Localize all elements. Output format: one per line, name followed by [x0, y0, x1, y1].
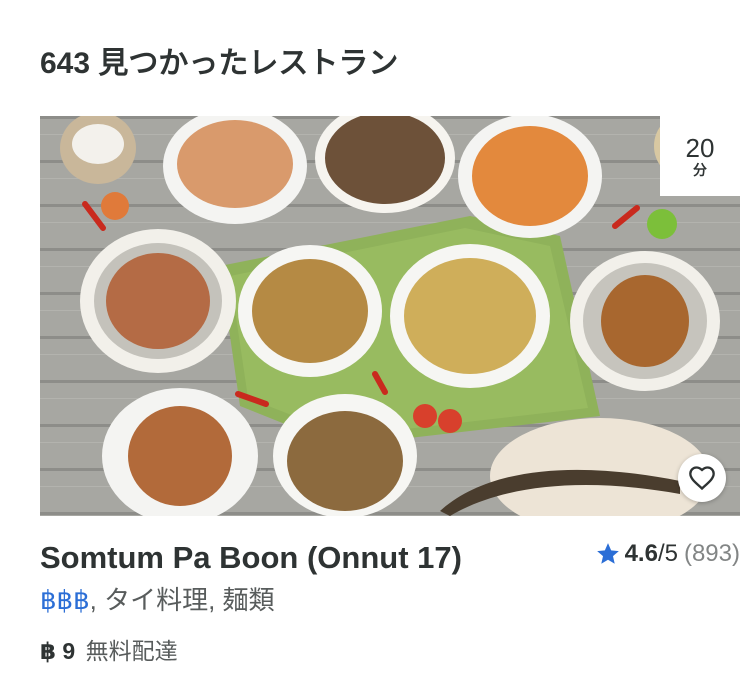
food-photo	[40, 116, 740, 516]
restaurant-name[interactable]: Somtum Pa Boon (Onnut 17)	[40, 540, 462, 576]
restaurant-hero-image[interactable]: 20 分	[40, 116, 740, 516]
cuisine-tag: , タイ料理	[89, 585, 209, 615]
star-icon	[596, 543, 619, 564]
restaurant-info: Somtum Pa Boon (Onnut 17) 4.6 /5 (893) ฿…	[40, 516, 740, 666]
rating-max: /5	[657, 540, 678, 567]
heart-outline-icon	[689, 466, 715, 491]
rating: 4.6 /5 (893)	[595, 540, 740, 568]
rating-count: (893)	[683, 540, 740, 567]
results-count-heading: 643 見つかったレストラン	[40, 47, 399, 80]
delivery-info: ฿ 9 無料配達	[40, 632, 178, 666]
restaurant-card[interactable]: 20 分 Somtum Pa Boon (Onnut 17) 4.6 /5 (8…	[40, 116, 740, 666]
eta-value: 20	[685, 133, 715, 163]
delivery-fee: ฿ 9	[40, 638, 76, 664]
eta-badge: 20 分	[660, 116, 740, 196]
rating-score: 4.6	[624, 540, 658, 567]
favorite-button[interactable]	[678, 454, 726, 502]
restaurant-tags: ฿฿฿, タイ料理, 麺類	[40, 580, 275, 617]
eta-unit: 分	[693, 162, 707, 178]
delivery-label: 無料配達	[85, 638, 178, 664]
cuisine-tag: , 麺類	[208, 585, 275, 615]
price-tier: ฿฿฿	[40, 585, 90, 615]
